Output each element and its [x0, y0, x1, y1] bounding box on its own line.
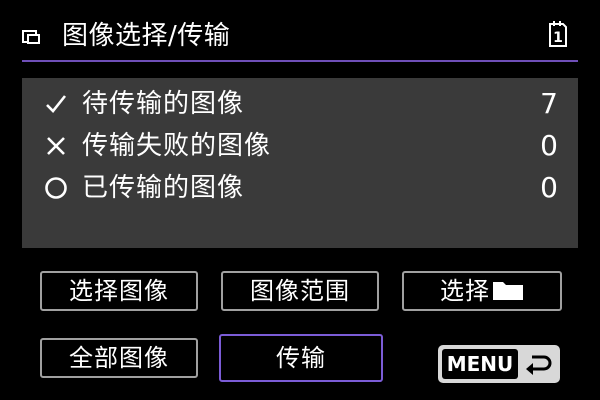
cross-icon: [47, 137, 65, 155]
status-panel: 待传输的图像 7 传输失败的图像 0 已传输的图像 0: [22, 78, 578, 248]
folder-icon: [493, 282, 523, 300]
slot-number: 1: [553, 30, 563, 46]
status-label: 待传输的图像: [82, 89, 245, 119]
header-bar: 图像选择/传输 1: [18, 14, 582, 58]
image-range-label: 图像范围: [250, 277, 350, 305]
transfer-screen: 图像选择/传输 1 待传输的图像 7 传输失败的图像 0 已传输的图像 0 选择…: [0, 0, 600, 400]
check-icon: [46, 95, 67, 113]
status-row-pending: 待传输的图像 7: [22, 84, 578, 124]
transfer-image-icon: [22, 30, 40, 44]
status-label: 传输失败的图像: [82, 131, 272, 161]
circle-icon: [45, 177, 67, 199]
status-count: 0: [540, 129, 558, 162]
status-row-failed: 传输失败的图像 0: [22, 126, 578, 166]
header-divider: [22, 60, 578, 62]
status-count: 7: [540, 87, 558, 120]
image-range-button[interactable]: 图像范围: [221, 271, 379, 311]
status-label: 已传输的图像: [82, 173, 245, 203]
menu-label: MENU: [442, 349, 518, 379]
select-images-button[interactable]: 选择图像: [40, 271, 198, 311]
card-slot-1-icon: 1: [549, 21, 567, 47]
all-images-label: 全部图像: [69, 344, 169, 372]
menu-back-button[interactable]: MENU: [438, 345, 560, 383]
all-images-button[interactable]: 全部图像: [40, 338, 198, 378]
status-count: 0: [540, 171, 558, 204]
transfer-button[interactable]: 传输: [219, 334, 383, 382]
select-folder-label: 选择: [440, 277, 490, 305]
select-images-label: 选择图像: [69, 277, 169, 305]
select-folder-button[interactable]: 选择: [402, 271, 562, 311]
transfer-label: 传输: [276, 344, 326, 372]
status-row-transferred: 已传输的图像 0: [22, 168, 578, 208]
return-icon: [526, 355, 552, 375]
page-title: 图像选择/传输: [62, 21, 231, 51]
